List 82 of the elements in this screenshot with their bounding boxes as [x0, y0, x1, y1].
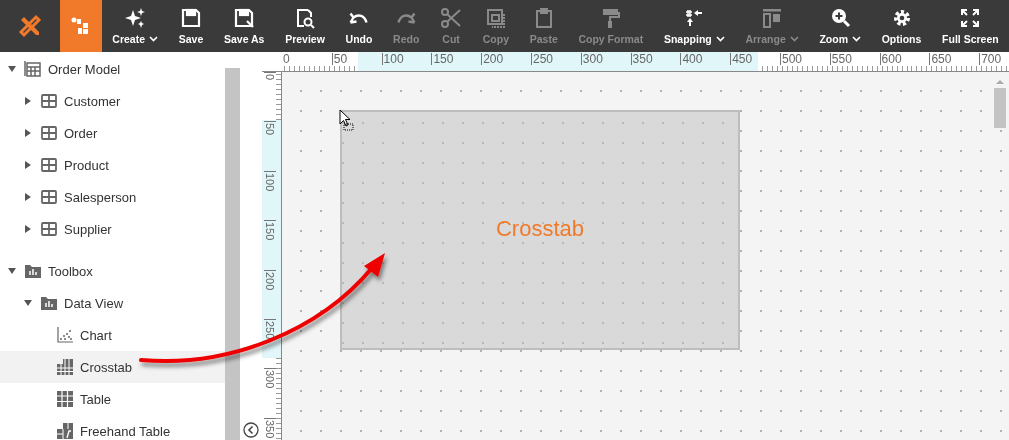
tree-item[interactable]: Chart — [0, 319, 225, 351]
collapsed-triangle-icon[interactable] — [23, 160, 33, 170]
tree-item[interactable]: Supplier — [0, 213, 225, 245]
folder-chart-icon — [40, 294, 58, 312]
ruler-label: 400 — [680, 53, 703, 65]
ruler-label: 300 — [580, 53, 603, 65]
toolbar-button[interactable]: Undo — [335, 0, 383, 52]
ruler-label: 300 — [264, 368, 276, 389]
dashboard-button[interactable] — [60, 0, 102, 52]
arrange-icon — [761, 7, 784, 29]
tree-item[interactable]: Order — [0, 117, 225, 149]
toolbar-button[interactable]: Save As — [213, 0, 275, 52]
undo-icon — [349, 12, 369, 24]
ruler-label: 250 — [531, 53, 554, 65]
tree-item[interactable]: Toolbox — [0, 255, 225, 287]
redo-icon — [396, 12, 416, 24]
collapsed-triangle-icon[interactable] — [23, 192, 33, 202]
ruler-label: 450 — [730, 53, 753, 65]
toolbar-button[interactable]: Full Screen — [931, 0, 1009, 52]
toolbar-button[interactable]: Create — [102, 0, 169, 52]
tree-item[interactable]: Data View — [0, 287, 225, 319]
ruler-label: 250 — [264, 319, 276, 340]
ruler-label: 550 — [829, 53, 852, 65]
ruler-label: 150 — [431, 53, 454, 65]
fullscreen-icon — [959, 7, 982, 29]
toolbar-button[interactable]: Preview — [274, 0, 336, 52]
ruler-label: 100 — [264, 170, 276, 192]
pencil-ruler-icon — [17, 13, 43, 39]
grid-icon — [40, 188, 58, 206]
crosstab-icon — [56, 358, 74, 376]
tree-item[interactable]: Freehand Table — [0, 415, 225, 440]
collapsed-triangle-icon[interactable] — [23, 128, 33, 138]
blocks-icon — [71, 16, 91, 36]
save-icon — [180, 7, 202, 29]
ruler-label: 100 — [381, 53, 404, 65]
sparkle-icon — [124, 7, 147, 29]
ruler-label: 350 — [264, 417, 276, 439]
expanded-triangle-icon[interactable] — [23, 298, 33, 308]
ruler-label: 0 — [264, 72, 276, 81]
ruler-label: 200 — [481, 53, 504, 65]
collapsed-triangle-icon[interactable] — [23, 224, 33, 234]
grid-icon — [40, 156, 58, 174]
table-icon — [24, 60, 42, 78]
collapse-icon[interactable] — [243, 422, 259, 438]
element-label: Crosstab — [495, 216, 584, 242]
ruler-label: 650 — [929, 53, 952, 65]
expanded-triangle-icon[interactable] — [7, 64, 17, 74]
scatter-chart-icon — [56, 326, 74, 344]
ruler-label: 50 — [264, 121, 276, 136]
ruler-label: 600 — [879, 53, 902, 65]
tree-item[interactable]: Salesperson — [0, 181, 225, 213]
toolbar-button[interactable]: Snapping — [653, 0, 736, 52]
grid-icon — [40, 124, 58, 142]
expanded-triangle-icon[interactable] — [7, 266, 17, 276]
toolbar-button[interactable]: Save — [168, 0, 214, 52]
ruler-label: 150 — [264, 220, 276, 241]
ruler-label: 350 — [630, 53, 653, 65]
save-as-icon — [233, 7, 256, 29]
scrollbar[interactable] — [994, 79, 1006, 128]
table-icon — [56, 390, 74, 408]
cursor-icon — [339, 109, 355, 131]
cut-icon — [440, 7, 463, 29]
ruler-label: 500 — [780, 53, 803, 65]
preview-icon — [294, 7, 316, 29]
grid-icon — [40, 92, 58, 110]
toolbar-button[interactable]: Options — [871, 0, 932, 52]
ruler-label: 0 — [282, 53, 290, 65]
tree-item[interactable]: Crosstab — [0, 351, 225, 383]
ruler-label: 200 — [264, 269, 276, 290]
tree-item[interactable]: Order Model — [0, 53, 225, 85]
tree-item[interactable]: Table — [0, 383, 225, 415]
ruler-label: 700 — [979, 53, 1002, 65]
folder-chart-icon — [24, 262, 42, 280]
copy-icon — [484, 7, 507, 29]
zoom-icon — [829, 7, 852, 29]
collapsed-triangle-icon[interactable] — [23, 96, 33, 106]
grid-icon — [40, 220, 58, 238]
tree-item[interactable]: Product — [0, 149, 225, 181]
scrollbar[interactable] — [225, 68, 240, 440]
tree-item[interactable]: Customer — [0, 85, 225, 117]
ruler-label: 50 — [331, 53, 348, 65]
toolbar-button[interactable]: Zoom — [809, 0, 872, 52]
